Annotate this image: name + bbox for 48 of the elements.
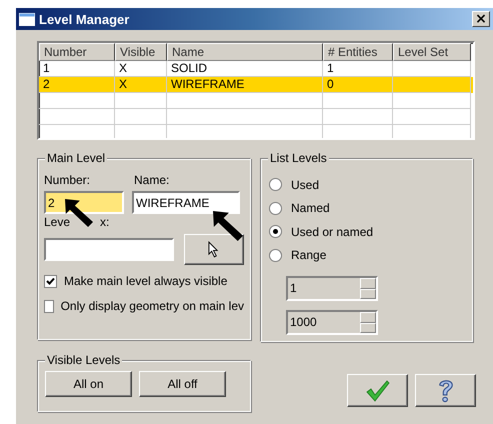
radio-label: Used [291, 178, 320, 192]
field-label: Number: [44, 173, 92, 187]
field-label: Leve [44, 215, 72, 230]
prefix-field[interactable] [44, 238, 174, 261]
field-label: Name: [134, 173, 170, 187]
checkbox-label: Only display geometry on main lev [60, 299, 244, 313]
column-header[interactable]: Visible [115, 43, 167, 61]
help-icon [436, 378, 454, 403]
group-title: Main Level [45, 151, 108, 165]
table-cell: WIREFRAME [167, 77, 323, 93]
table-cell: 0 [323, 77, 393, 93]
window-icon [19, 12, 35, 26]
name-field[interactable]: WIREFRAME [132, 191, 240, 214]
radio-label: Named [291, 201, 330, 216]
table-cell [115, 109, 167, 125]
table-cell [323, 109, 393, 125]
checkbox[interactable] [44, 274, 57, 288]
table-cell [323, 93, 393, 109]
radio-button[interactable] [269, 202, 282, 215]
checkbox-label: Make main level always visible [64, 274, 228, 288]
table-row[interactable]: 2 X WIREFRAME 0 [39, 77, 473, 93]
number-field[interactable]: 2 [44, 191, 124, 214]
radio-label: Used or named [291, 224, 374, 239]
radio-button[interactable] [269, 248, 282, 262]
table-cell: X [115, 77, 167, 93]
radio-button[interactable] [269, 178, 282, 192]
close-button[interactable]: × [472, 11, 490, 27]
pick-button[interactable] [184, 234, 244, 265]
checkbox[interactable] [44, 300, 54, 312]
toggle-button[interactable]: All on [45, 371, 132, 397]
group-title: List Levels [268, 151, 329, 165]
toggle-button[interactable]: All off [139, 371, 226, 397]
field-label: x: [100, 215, 110, 230]
column-header[interactable]: Level Set [393, 43, 471, 61]
radio-button[interactable] [269, 225, 282, 238]
cursor-icon [208, 241, 220, 258]
checkmark-icon [366, 380, 390, 402]
table-cell [115, 93, 167, 109]
column-header[interactable]: Number [39, 43, 115, 61]
ok-button[interactable] [347, 374, 408, 407]
table-cell: 2 [39, 77, 115, 93]
group-title: Visible Levels [45, 353, 122, 367]
window-title: Level Manager [39, 12, 130, 26]
column-header[interactable]: Name [167, 43, 323, 61]
help-button[interactable] [415, 374, 476, 407]
column-header[interactable]: # Entities [323, 43, 393, 61]
pointer-arrow-icon [213, 211, 243, 241]
radio-label: Range [291, 248, 326, 262]
